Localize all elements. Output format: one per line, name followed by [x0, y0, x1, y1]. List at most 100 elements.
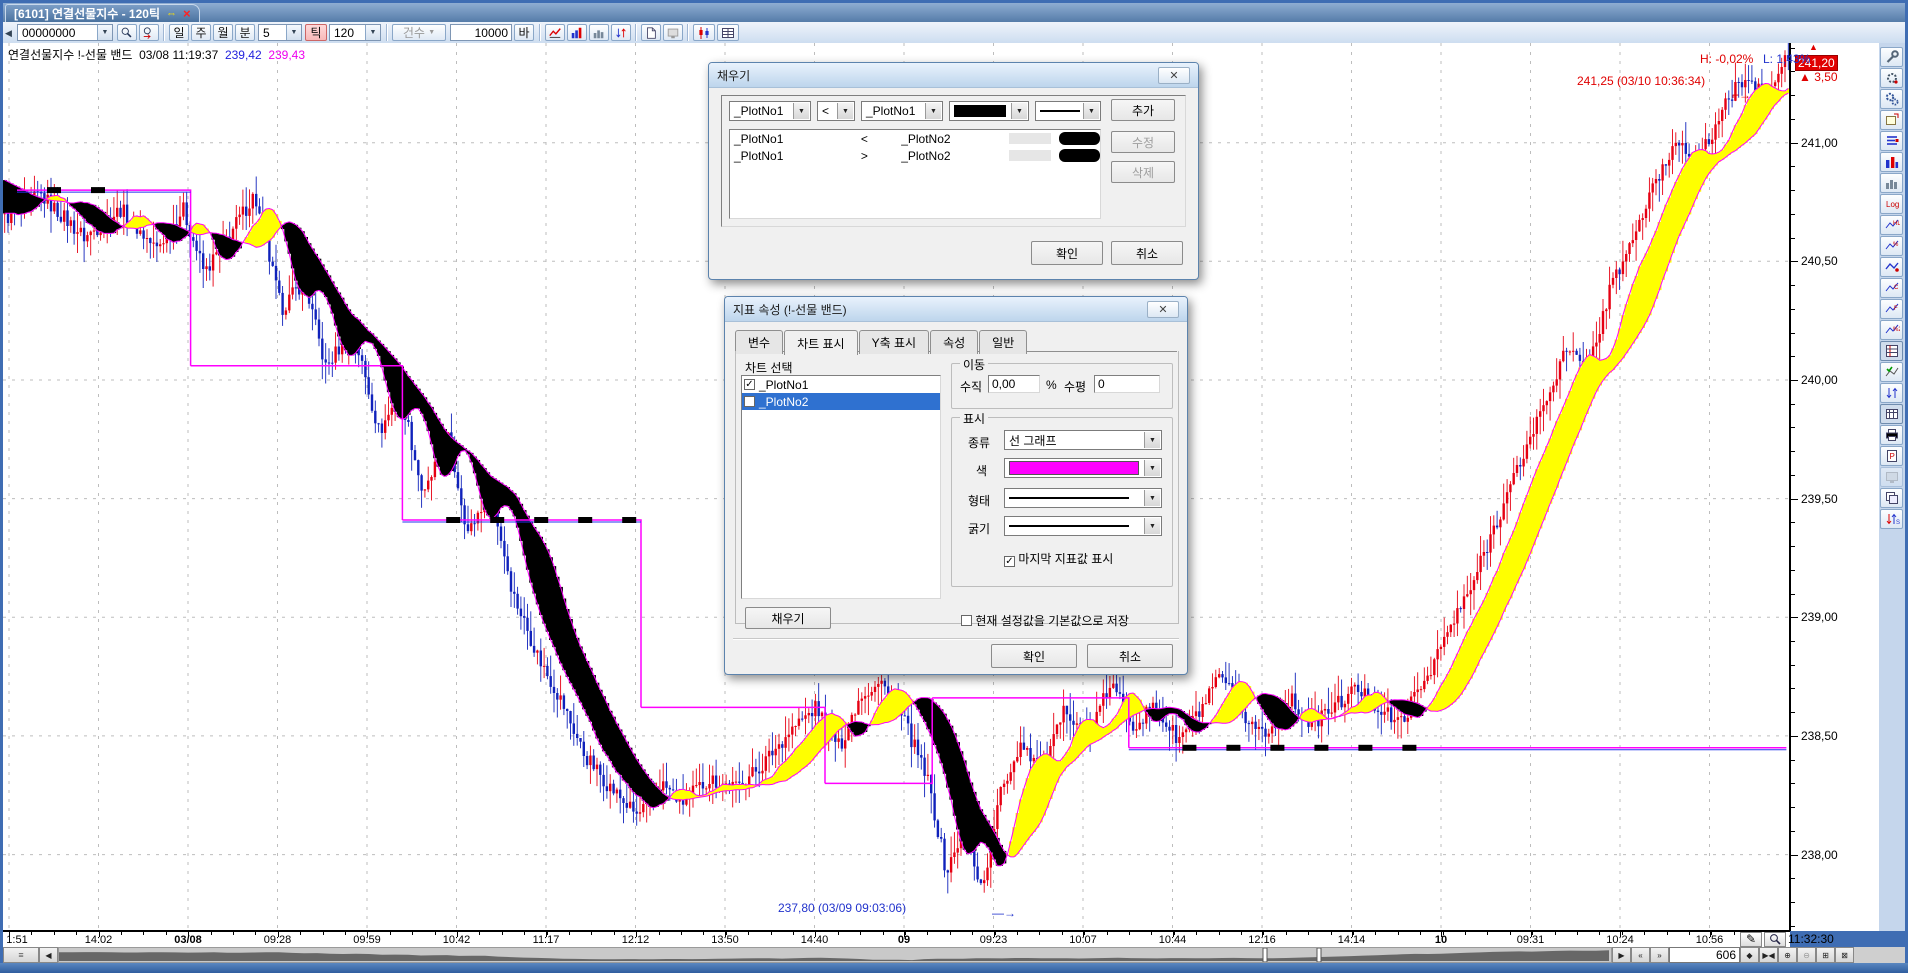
props-ok-button[interactable]: 확인: [991, 644, 1077, 668]
symbol-code-input[interactable]: 00000000▼: [17, 24, 113, 41]
fill-style-select[interactable]: ▼: [1035, 101, 1101, 121]
volume-chart-button[interactable]: [567, 24, 587, 41]
fill-dialog-titlebar[interactable]: 채우기 ✕: [709, 63, 1198, 88]
props-cancel-button[interactable]: 취소: [1087, 644, 1173, 668]
kind-select[interactable]: 선 그래프▼: [1004, 430, 1162, 450]
fill-color-select[interactable]: ▼: [949, 101, 1029, 121]
list-icon[interactable]: [1880, 131, 1903, 151]
plot-checkbox[interactable]: ✓: [744, 396, 755, 407]
zoom-button[interactable]: [1764, 932, 1786, 947]
period-month-button[interactable]: 월: [213, 24, 233, 41]
window-tab[interactable]: [6101] 연결선물지수 - 120틱 ⇔ ×: [5, 4, 200, 22]
bar-unit-button[interactable]: 바: [514, 24, 534, 41]
fill-ok-button[interactable]: 확인: [1031, 241, 1103, 265]
multi-grid-button[interactable]: [717, 24, 739, 41]
period-week-button[interactable]: 주: [191, 24, 211, 41]
fill-condition-row[interactable]: _PlotNo1 > _PlotNo2: [730, 147, 1100, 164]
search-button[interactable]: [117, 24, 137, 41]
open-fill-dialog-button[interactable]: 채우기: [745, 607, 831, 629]
fill-op-select[interactable]: <▼: [817, 101, 855, 121]
count-select[interactable]: 건수 ▼: [392, 24, 446, 41]
chevron-down-icon[interactable]: ▼: [1144, 460, 1160, 476]
minute-value-select[interactable]: 5▼: [258, 24, 302, 41]
fill-right-plot-select[interactable]: _PlotNo1▼: [861, 101, 943, 121]
zoom-in-button[interactable]: ⊕: [1778, 947, 1797, 963]
tick-button[interactable]: 틱: [305, 24, 327, 41]
search-go-button[interactable]: [139, 24, 159, 41]
close-icon[interactable]: ×: [183, 8, 191, 19]
scroll-left-button[interactable]: ◀: [39, 947, 58, 963]
chart-avg-icon[interactable]: %2: [1880, 320, 1903, 340]
width-select[interactable]: ▼: [1004, 516, 1162, 536]
candle-style-button[interactable]: [693, 24, 715, 41]
data-grid-icon[interactable]: [1880, 341, 1903, 361]
volume-bars-icon[interactable]: [1880, 152, 1903, 172]
expand-button[interactable]: ◆: [1740, 947, 1759, 963]
capture-icon[interactable]: [1880, 467, 1903, 487]
period-day-button[interactable]: 일: [169, 24, 189, 41]
chevron-down-icon[interactable]: ▼: [1011, 103, 1027, 119]
indicator-gear-icon[interactable]: [1880, 68, 1903, 88]
zoom-out-button[interactable]: ⊖: [1797, 947, 1816, 963]
price-axis[interactable]: ▲ 241,20 ▲ 3,50 241,00 240,50 240,00 239…: [1790, 43, 1879, 931]
copy-window-icon[interactable]: [1880, 488, 1903, 508]
trend-line-button[interactable]: [545, 24, 565, 41]
chevron-down-icon[interactable]: ▼: [1144, 518, 1160, 534]
fill-delete-button[interactable]: 삭제: [1111, 161, 1175, 183]
chart-hl-icon[interactable]: HL: [1880, 215, 1903, 235]
fill-modify-button[interactable]: 수정: [1111, 131, 1175, 153]
visible-bars-input[interactable]: 606: [1669, 947, 1740, 963]
wrench-icon[interactable]: [1880, 47, 1903, 67]
fill-condition-list[interactable]: _PlotNo1 < _PlotNo2 _PlotNo1 > _PlotNo2: [729, 129, 1101, 219]
fill-dialog[interactable]: 채우기 ✕ _PlotNo1▼ <▼ _PlotNo1▼ ▼ ▼ 추가 _Plo…: [708, 62, 1199, 280]
chevron-down-icon[interactable]: ▼: [1083, 103, 1099, 119]
updown-button[interactable]: [611, 24, 631, 41]
plot-select-list[interactable]: ✓ _PlotNo1 ✓ _PlotNo2: [741, 375, 941, 599]
chart-line-icon[interactable]: [1880, 257, 1903, 277]
period-minute-button[interactable]: 분: [235, 24, 255, 41]
printer-icon[interactable]: [1880, 425, 1903, 445]
props-dialog-close-icon[interactable]: ✕: [1147, 301, 1179, 318]
table-icon[interactable]: [1880, 404, 1903, 424]
plot-list-item[interactable]: ✓ _PlotNo2: [742, 393, 940, 410]
page-left-button[interactable]: «: [1631, 947, 1650, 963]
sort-colors-icon[interactable]: S: [1880, 509, 1903, 529]
scroll-handle[interactable]: ≡: [3, 947, 39, 963]
chevron-down-icon[interactable]: ▼: [1144, 432, 1160, 448]
new-document-button[interactable]: [641, 24, 661, 41]
chart-frame-icon[interactable]: F: [1880, 299, 1903, 319]
color-select[interactable]: ▼: [1004, 458, 1162, 478]
save-chart-icon[interactable]: [1880, 110, 1903, 130]
horizontal-input[interactable]: 0: [1094, 375, 1160, 393]
log-scale-icon[interactable]: Log: [1880, 194, 1903, 214]
chart-compare-icon[interactable]: C: [1880, 278, 1903, 298]
plot-checkbox[interactable]: ✓: [744, 379, 755, 390]
save-default-checkbox[interactable]: 현재 설정값을 기본값으로 저장: [961, 612, 1129, 629]
close-chart-button[interactable]: ⊠: [1835, 947, 1854, 963]
print-page-icon[interactable]: P: [1880, 446, 1903, 466]
history-minimap[interactable]: [58, 947, 1612, 963]
last-value-checkbox[interactable]: ✓ 마지막 지표값 표시: [1004, 550, 1113, 567]
bars-input[interactable]: 10000: [450, 24, 512, 41]
bars-chart-button[interactable]: [589, 24, 609, 41]
plot-list-item[interactable]: ✓ _PlotNo1: [742, 376, 940, 393]
fill-left-plot-select[interactable]: _PlotNo1▼: [729, 101, 811, 121]
tools-gears-icon[interactable]: [1880, 89, 1903, 109]
tick-value-select[interactable]: 120▼: [329, 24, 381, 41]
chevron-down-icon[interactable]: ▼: [837, 103, 853, 119]
bars-icon[interactable]: [1880, 173, 1903, 193]
capture-button[interactable]: [663, 24, 683, 41]
chevron-down-icon[interactable]: ▼: [793, 103, 809, 119]
fill-add-button[interactable]: 추가: [1111, 99, 1175, 121]
check-chart-icon[interactable]: [1880, 362, 1903, 382]
chevron-down-icon[interactable]: ▼: [365, 25, 380, 40]
indicator-properties-dialog[interactable]: 지표 속성 (!-선물 밴드) ✕ 변수차트 표시Y축 표시속성일반 차트 선택…: [724, 296, 1188, 675]
fill-condition-row[interactable]: _PlotNo1 < _PlotNo2: [730, 130, 1100, 147]
chart-pct-icon[interactable]: %: [1880, 236, 1903, 256]
layout-button[interactable]: ⊞: [1816, 947, 1835, 963]
chevron-down-icon[interactable]: ▼: [925, 103, 941, 119]
draw-pencil-button[interactable]: ✎: [1740, 932, 1762, 947]
time-axis[interactable]: 1:51 14:02 03/08 09:28 09:59 10:42 11:17…: [3, 931, 1790, 948]
scroll-right-button[interactable]: ▶: [1612, 947, 1631, 963]
page-right-button[interactable]: »: [1650, 947, 1669, 963]
